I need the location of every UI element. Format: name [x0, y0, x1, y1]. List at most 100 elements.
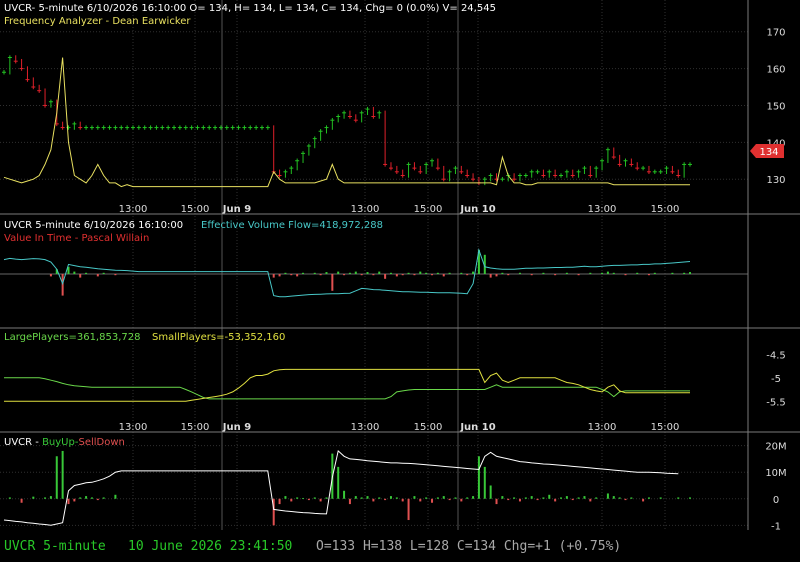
buyup-selldown-bar [73, 498, 76, 502]
buyup-selldown-bar [366, 496, 369, 499]
buyup-selldown-bar [630, 497, 633, 499]
buyup-selldown-bar [85, 496, 88, 499]
buyup-selldown-bar [79, 497, 82, 499]
evf-bar [296, 274, 299, 277]
buyup-selldown-bar [401, 498, 404, 502]
buyup-selldown-bar [348, 498, 351, 505]
buyup-selldown-bar [659, 497, 662, 499]
buyup-selldown-bar [518, 498, 521, 502]
evf-bar [407, 272, 410, 274]
evf-bar [530, 274, 533, 276]
buyup-selldown-bar [407, 498, 410, 521]
status-datetime: 10 June 2026 23:41:50 [128, 539, 293, 554]
evf-bar [647, 274, 650, 276]
time-axis-label: 15:00 [651, 422, 680, 433]
buyup-selldown-bar [389, 496, 392, 499]
evf-bar [589, 272, 592, 274]
time-axis-label: 15:00 [181, 422, 210, 433]
time-axis-label: 13:00 [119, 204, 148, 215]
effective-volume-flow-label: Effective Volume Flow=418,972,288 [201, 220, 383, 231]
buyup-selldown-bar [413, 496, 416, 499]
y-axis-tick-label: -5.5 [766, 397, 786, 408]
evf-bar [114, 274, 117, 276]
evf-bar [624, 274, 627, 276]
evf-bar [395, 274, 398, 277]
buyup-selldown-bar [595, 497, 598, 499]
buyup-selldown-bar [436, 497, 439, 499]
buyup-selldown-bar [325, 497, 328, 499]
buyup-selldown-bar [337, 466, 340, 499]
evf-bar [460, 272, 463, 274]
evf-bar [272, 274, 275, 278]
buyup-selldown-bar [489, 485, 492, 499]
buyup-selldown-bar [378, 497, 381, 499]
evf-bar [331, 274, 334, 291]
evf-bar [606, 271, 609, 274]
time-axis-label: Jun 9 [222, 422, 251, 433]
buyup-selldown-bar [448, 498, 451, 501]
buyup-selldown-bar [472, 496, 475, 499]
evf-bar [671, 272, 674, 274]
evf-bar [489, 274, 492, 278]
buyup-selldown-bar [647, 497, 650, 499]
time-axis-label: 13:00 [588, 422, 617, 433]
y-axis-tick-label: 0 [773, 495, 779, 506]
buyup-selldown-bar [495, 498, 498, 505]
status-symbol: UVCR 5-minute [4, 539, 106, 554]
evf-bar [431, 274, 434, 276]
buyup-selldown-bar [454, 497, 457, 499]
time-axis-label: 15:00 [414, 204, 443, 215]
buyup-selldown-bar [442, 496, 445, 499]
symbol-label: UVCR - [4, 437, 42, 448]
evf-bar [577, 274, 580, 276]
time-axis-label: 15:00 [181, 204, 210, 215]
evf-bar [378, 271, 381, 274]
buyup-selldown-bar [460, 498, 463, 502]
buyup-selldown-bar [501, 496, 504, 499]
buyup-selldown-bar [32, 496, 35, 499]
time-axis-label: Jun 9 [222, 204, 251, 215]
evf-bar [542, 272, 545, 274]
buyup-selldown-bar [513, 497, 516, 499]
buyup-selldown-bar [642, 498, 645, 502]
evf-bar [495, 274, 498, 277]
frequency-analyzer-line [3, 57, 690, 188]
y-axis-tick-label: -5 [771, 374, 781, 385]
evf-bar [413, 274, 416, 276]
evf-bar [102, 272, 105, 274]
status-bar: UVCR 5-minute 10 June 2026 23:41:50 O=13… [0, 532, 800, 562]
evf-bar [518, 272, 521, 274]
buyup-selldown-bar [307, 498, 310, 501]
buyup-selldown-bar [49, 496, 52, 499]
evf-bar [389, 272, 392, 274]
buyup-selldown-bar [44, 497, 47, 499]
time-axis-label: 13:00 [351, 422, 380, 433]
y-axis-tick-label: 170 [766, 28, 785, 39]
evf-bar [343, 274, 346, 276]
evf-bar [278, 274, 281, 277]
buyup-selldown-bar [689, 497, 691, 499]
time-axis-label: 13:00 [119, 422, 148, 433]
evf-bar [554, 274, 557, 276]
chart-canvas[interactable]: 13:00 15:00 Jun 9 13:00 15:00 Jun 10 13:00 15:0… [0, 0, 800, 562]
evf-bar [85, 272, 88, 274]
buyup-selldown-bar [554, 498, 557, 502]
selldown-label: SellDown [78, 437, 124, 448]
buyup-selldown-bar [466, 497, 469, 499]
value-in-time-label: Value In Time - Pascal Willain [4, 233, 149, 244]
buyup-selldown-bar [67, 498, 70, 505]
buyup-selldown-bar [606, 493, 609, 499]
evf-bar [466, 274, 469, 276]
status-ohlc: O=133 H=138 L=128 C=134 Chg=+1 (+0.75%) [316, 539, 622, 554]
buyup-selldown-bar [560, 497, 563, 499]
buyup-selldown-bar [589, 498, 592, 502]
evf-bar [96, 274, 99, 277]
evf-bar [636, 272, 639, 274]
evf-bar [612, 272, 615, 274]
buyup-selldown-bar [319, 498, 322, 502]
last-price-badge: 134 [750, 144, 784, 158]
evf-bar [653, 272, 656, 274]
evf-bar [442, 274, 445, 277]
buyup-selldown-bar [477, 456, 480, 499]
grid-layer: 13:00 15:00 Jun 9 13:00 15:00 Jun 10 13:00 15:0… [0, 0, 787, 532]
